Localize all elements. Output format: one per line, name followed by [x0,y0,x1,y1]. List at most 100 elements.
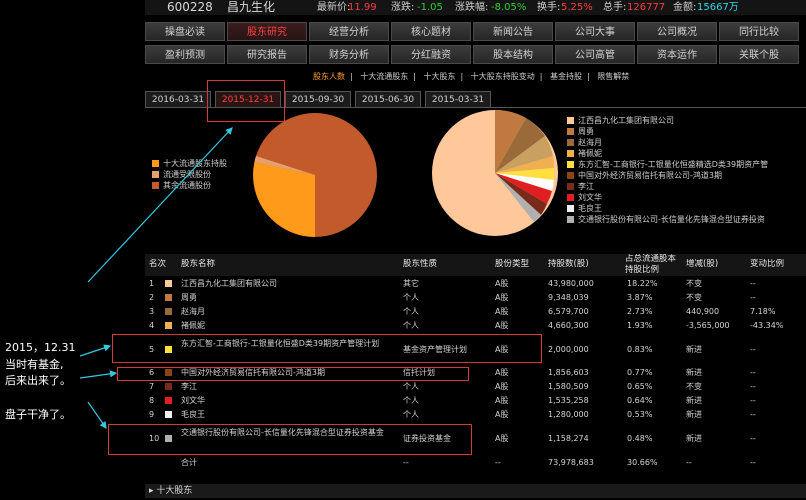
col-rank: 名次 [149,259,167,269]
subnav-sep: | [350,72,353,81]
pct-label: 涨跌幅: [455,2,489,13]
table-header: 名次 股东名称 股东性质 股份类型 持股数(股) 占总流通股本持股比例 增减(股… [145,254,806,276]
subnav-top10[interactable]: 十大股东 [424,72,456,81]
table-row[interactable]: 9 毛良王 个人 A股 1,280,000 0.53% 新进 -- [145,409,806,421]
legend-item: 中国对外经济贸易信托有限公司-鸿道3期 [567,170,805,181]
cell-change: 440,900 [686,307,720,316]
cell-nature: 个人 [403,321,419,330]
legend-item: 流通受限股份 [152,169,227,180]
cell-share-type: A股 [495,368,509,377]
cell-change: -3,565,000 [686,321,730,330]
cell-nature: 其它 [403,279,419,288]
row-color-swatch [165,383,172,390]
cell-share-type: A股 [495,434,509,443]
subnav-shareholder-count[interactable]: 股东人数 [313,72,345,81]
cell-rank: 2 [149,293,155,302]
volume-value: 126777 [627,2,666,13]
cell-ratio: 0.48% [627,434,653,443]
tab-2015-03-31[interactable]: 2015-03-31 [425,91,491,107]
cell-shares: 1,535,258 [548,396,589,405]
legend-label: 其余流通股份 [163,181,211,190]
legend-label: 流通受限股份 [163,170,211,179]
cell-rank: 7 [149,382,155,391]
total-cell: 30.66% [627,458,658,467]
menu-item-events[interactable]: 公司大事 [555,22,635,41]
cell-change-ratio: 7.18% [750,307,776,316]
cell-change: 不变 [686,382,702,391]
menu-item-peer-compare[interactable]: 同行比较 [719,22,799,41]
menu-item-business-analysis[interactable]: 经营分析 [309,22,389,41]
cell-nature: 个人 [403,410,419,419]
legend-swatch [567,161,574,168]
cell-rank: 9 [149,410,155,419]
menu-item-shareholder-research[interactable]: 股东研究 [227,22,307,41]
cell-ratio: 1.93% [627,321,653,330]
subnav-fund-holdings[interactable]: 基金持股 [550,72,582,81]
menu-item-dividend[interactable]: 分红融资 [391,45,471,64]
amount-value: 15667万 [697,2,739,13]
menu-item-executives[interactable]: 公司高管 [555,45,635,64]
legend-item: 周勇 [567,126,805,137]
legend-swatch [567,216,574,223]
subnav-sep: | [539,72,543,81]
legend-label: 十大流通股东持股 [163,159,227,168]
table-row[interactable]: 8 刘文华 个人 A股 1,535,258 0.64% 新进 -- [145,395,806,407]
subnav-lockup[interactable]: 限售解禁 [597,72,629,81]
top10-holders-label: 十大股东 [156,486,193,496]
cell-share-type: A股 [495,279,509,288]
subnav-top10-change[interactable]: 十大股东持股变动 [471,72,535,81]
cell-holder: 赵海月 [181,307,205,316]
cell-change: 新进 [686,368,702,377]
legend-swatch [567,172,574,179]
left-legend: 十大流通股东持股 流通受限股份 其余流通股份 [152,158,227,191]
menu-item-trading-guide[interactable]: 操盘必读 [145,22,225,41]
cell-shares: 43,980,000 [548,279,594,288]
subnav-top10-float[interactable]: 十大流通股东 [360,72,408,81]
table-row[interactable]: 7 李江 个人 A股 1,580,509 0.65% 不变 -- [145,381,806,393]
legend-label: 中国对外经济贸易信托有限公司-鸿道3期 [578,171,722,180]
cell-holder: 褚佩妮 [181,321,205,330]
legend-label: 周勇 [578,127,594,136]
cell-rank: 4 [149,321,155,330]
cell-rank: 1 [149,279,155,288]
table-row[interactable]: 2 周勇 个人 A股 9,348,039 3.87% 不变 -- [145,292,806,304]
top10-holders-collapsed[interactable]: ▸ 十大股东 [145,484,806,498]
menu-item-financial[interactable]: 财务分析 [309,45,389,64]
cell-nature: 个人 [403,307,419,316]
cell-holder: 周勇 [181,293,197,302]
menu-item-reports[interactable]: 研究报告 [227,45,307,64]
cell-change-ratio: -- [750,293,756,302]
table-row[interactable]: 1 江西昌九化工集团有限公司 其它 A股 43,980,000 18.22% 不变 -- [145,278,806,290]
cell-shares: 1,856,603 [548,368,589,377]
tab-2015-09-30[interactable]: 2015-09-30 [285,91,351,107]
row-color-swatch [165,308,172,315]
menu-item-company-profile[interactable]: 公司概况 [637,22,717,41]
total-cell: -- [403,458,409,467]
left-pie-chart [253,113,377,237]
menu-item-news[interactable]: 新闻公告 [473,22,553,41]
menu-item-capital-structure[interactable]: 股本结构 [473,45,553,64]
cell-holder: 刘文华 [181,396,205,405]
menu-item-related-stocks[interactable]: 关联个股 [719,45,799,64]
cell-nature: 个人 [403,293,419,302]
annotation-line2: 当时有基金, [5,358,64,371]
tab-2016-03-31[interactable]: 2016-03-31 [145,91,211,107]
menu-item-forecast[interactable]: 盈利预测 [145,45,225,64]
menu-item-core-themes[interactable]: 核心题材 [391,22,471,41]
legend-item: 赵海月 [567,137,805,148]
right-legend: 江西昌九化工集团有限公司 周勇 赵海月 褚佩妮 东方汇智-工商银行-工银量化恒盛… [567,115,805,225]
table-row[interactable]: 3 赵海月 个人 A股 6,579,700 2.73% 440,900 7.18% [145,306,806,318]
tab-2015-06-30[interactable]: 2015-06-30 [355,91,421,107]
cell-rank: 3 [149,307,155,316]
table-row[interactable]: 4 褚佩妮 个人 A股 4,660,300 1.93% -3,565,000 -43.34% [145,320,806,332]
legend-swatch [567,194,574,201]
cell-change-ratio: -- [750,382,756,391]
legend-swatch [152,160,159,167]
legend-item: 东方汇智-工商银行-工银量化恒盛精选D类39期资产管 [567,159,805,170]
cell-ratio: 3.87% [627,293,653,302]
menu-item-capital-ops[interactable]: 资本运作 [637,45,717,64]
cell-ratio: 0.65% [627,382,653,391]
cell-shares: 1,280,000 [548,410,589,419]
subnav-sep: | [460,72,464,81]
col-ratio: 占总流通股本持股比例 [625,254,677,275]
